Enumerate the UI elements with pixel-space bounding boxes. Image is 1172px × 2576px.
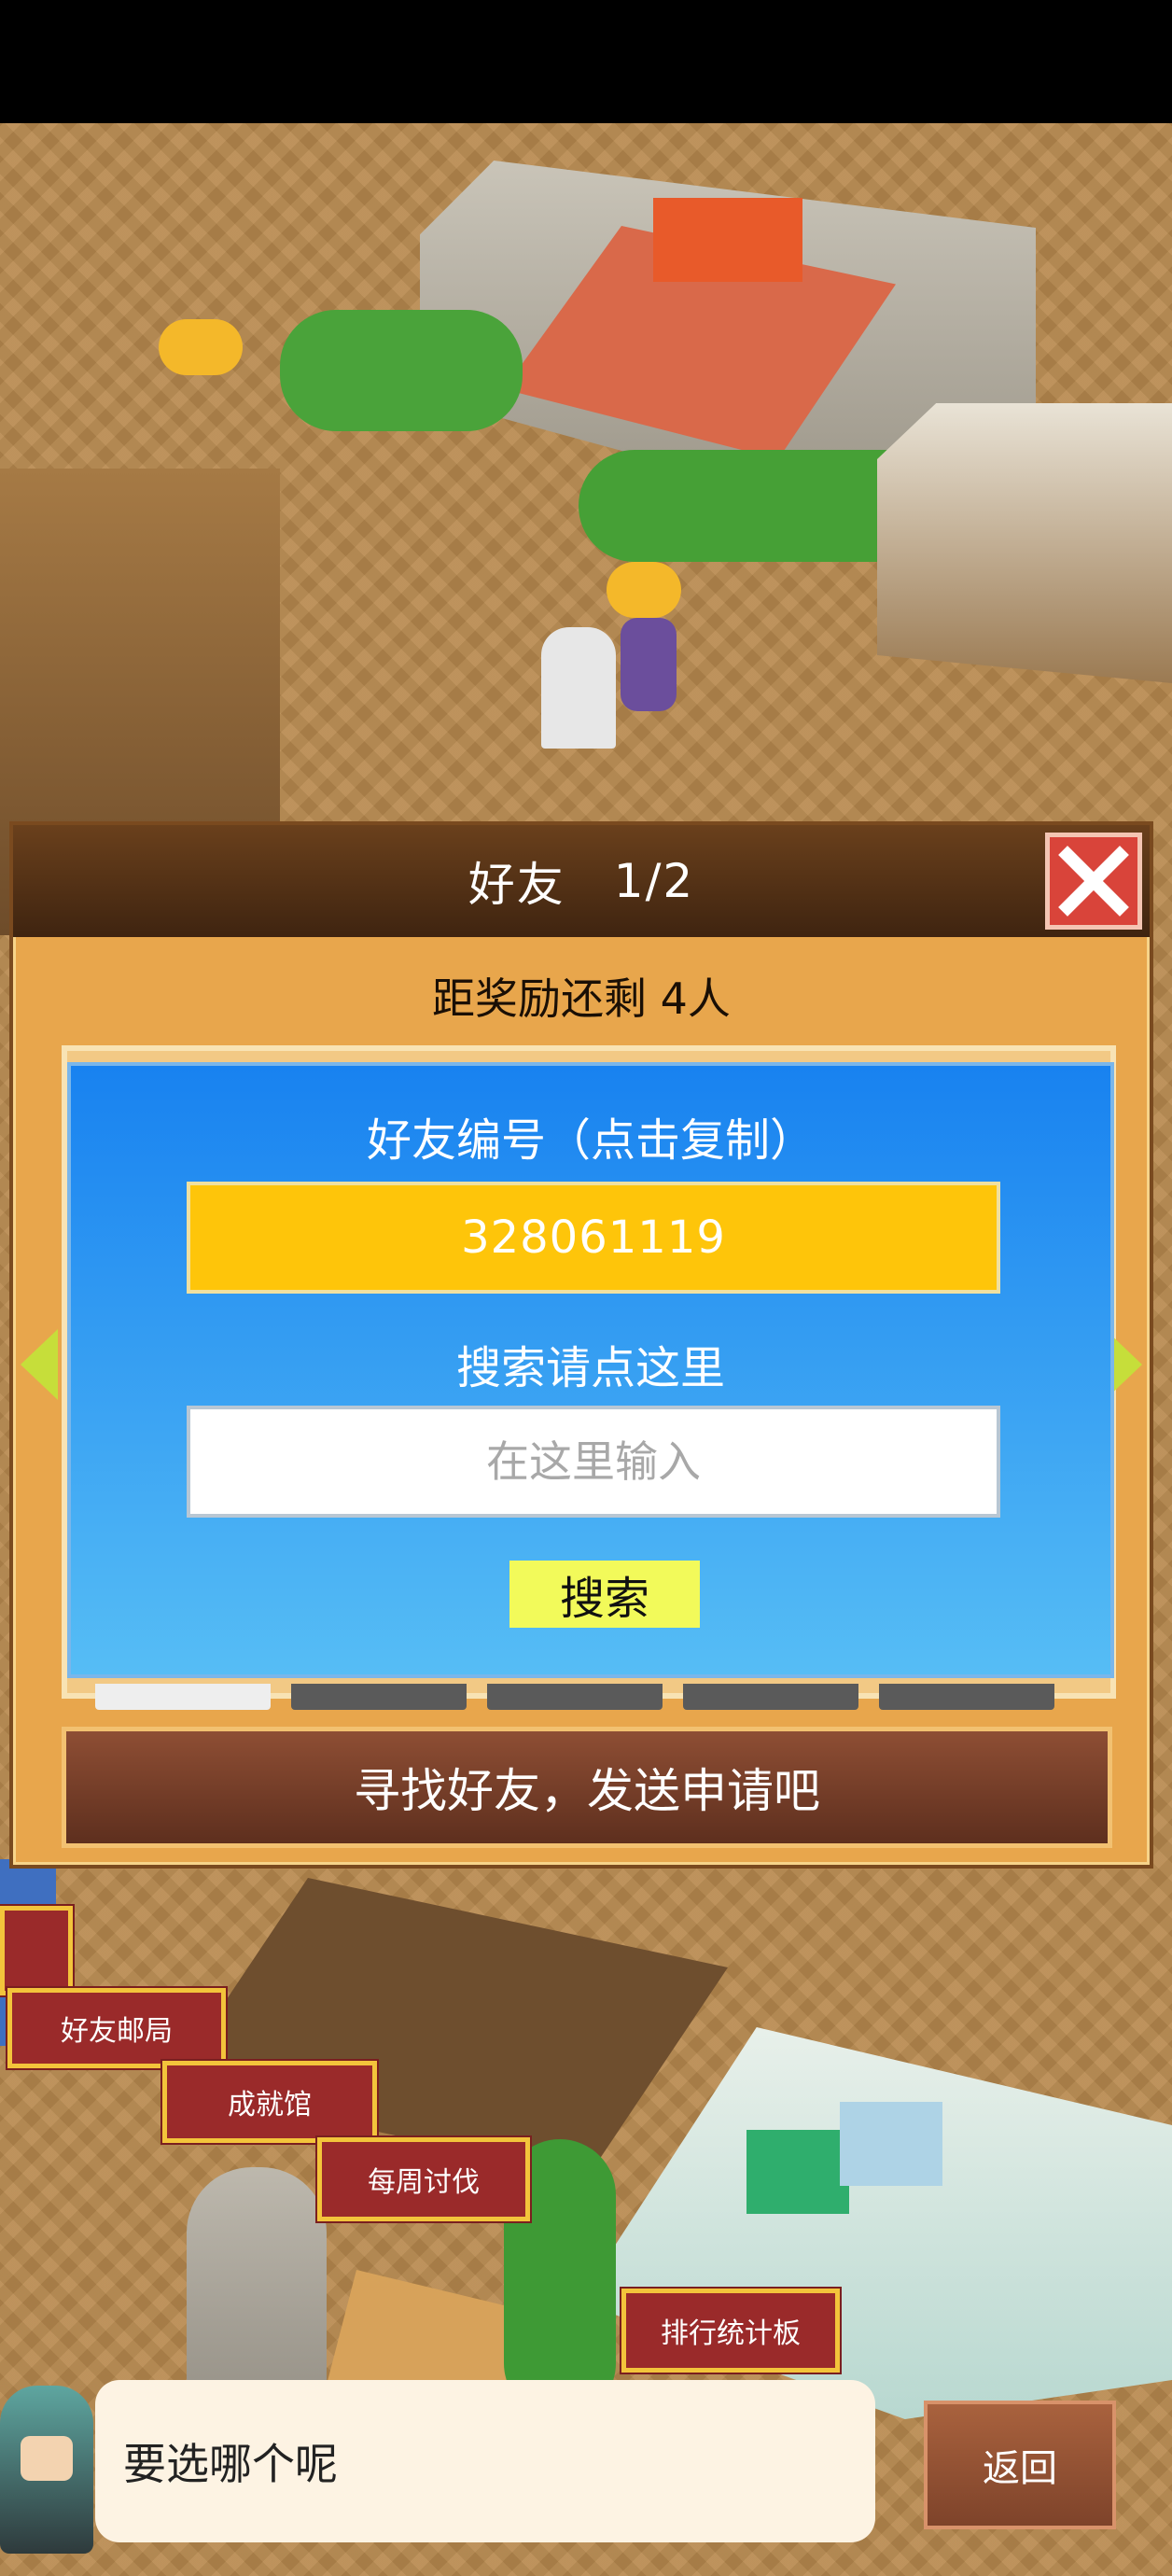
cat-statue[interactable] — [541, 627, 616, 749]
flower-bed — [159, 319, 243, 375]
hero-character[interactable] — [621, 618, 677, 711]
close-button[interactable] — [1045, 833, 1142, 930]
friend-dialog: 好友 1/2 距奖励还剩 4人 好友编号（点击复制） 328061119 搜索请… — [9, 821, 1153, 1869]
ranking-board-label[interactable]: 排行统计板 — [621, 2289, 840, 2373]
weekly-subjugation-label[interactable]: 每周讨伐 — [317, 2137, 530, 2221]
search-button[interactable]: 搜索 — [509, 1561, 700, 1628]
friend-slot[interactable] — [487, 1684, 663, 1710]
reward-remaining-text: 距奖励还剩 4人 — [432, 973, 731, 1024]
dialog-title: 好友 — [467, 858, 565, 912]
friend-slot[interactable] — [879, 1684, 1054, 1710]
close-icon — [1058, 846, 1129, 917]
map-label-partial[interactable] — [0, 1906, 73, 1995]
friend-id-search-input[interactable] — [187, 1406, 1000, 1518]
royal-bed — [653, 198, 802, 282]
find-friends-button[interactable]: 寻找好友，发送申请吧 — [62, 1727, 1112, 1848]
friend-post-office-label[interactable]: 好友邮局 — [7, 1988, 226, 2068]
tavern-building[interactable] — [877, 403, 1172, 683]
dialog-header: 好友 1/2 — [13, 825, 1150, 937]
achievement-hall-label[interactable]: 成就馆 — [162, 2061, 377, 2143]
message-box: 要选哪个呢 — [95, 2380, 875, 2542]
friend-slot[interactable] — [683, 1684, 858, 1710]
bed — [746, 2130, 849, 2214]
advisor-face — [21, 2436, 73, 2481]
status-bar — [0, 0, 1172, 123]
friend-slot[interactable] — [291, 1684, 467, 1710]
search-label: 搜索请点这里 — [455, 1342, 725, 1394]
friend-id-label: 好友编号（点击复制） — [366, 1114, 815, 1167]
hedge — [280, 310, 523, 431]
back-button[interactable]: 返回 — [924, 2401, 1116, 2529]
friend-id-copy-button[interactable]: 328061119 — [187, 1182, 1000, 1294]
friend-search-panel: 好友编号（点击复制） 328061119 搜索请点这里 搜索 — [67, 1062, 1114, 1678]
flower-bed — [607, 562, 681, 618]
bed — [840, 2102, 942, 2186]
message-text: 要选哪个呢 — [123, 2439, 338, 2489]
friend-slot[interactable] — [95, 1684, 271, 1710]
arrow-left-icon[interactable] — [21, 1329, 58, 1400]
dialog-page-indicator: 1/2 — [613, 854, 695, 908]
friend-id-value: 328061119 — [461, 1211, 726, 1264]
